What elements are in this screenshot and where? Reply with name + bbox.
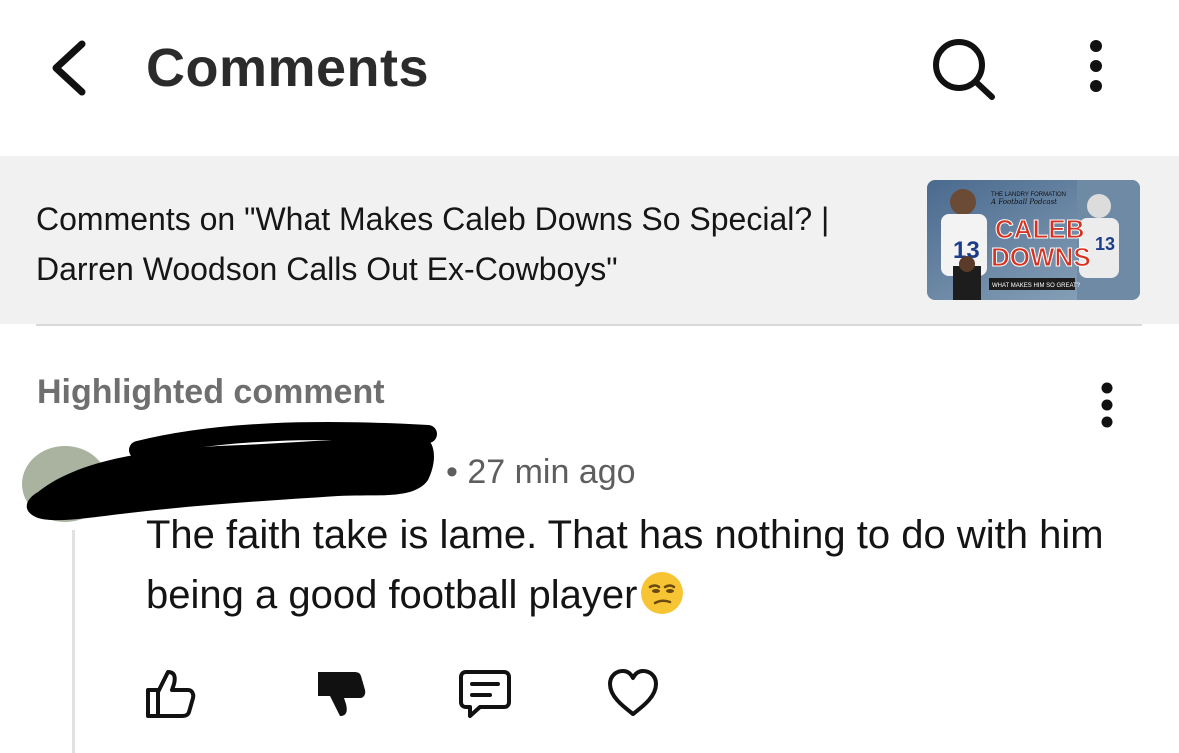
heart-icon[interactable]: [604, 664, 662, 722]
thumbnail-script-line: A Football Podcast: [990, 198, 1057, 206]
video-thumbnail[interactable]: 13 13 THE LANDRY FORMATION A Football Po…: [927, 180, 1140, 300]
search-icon[interactable]: [928, 36, 998, 102]
unamused-face-icon: [641, 572, 684, 614]
thumbs-up-icon[interactable]: [140, 664, 198, 722]
thread-line: [72, 530, 75, 753]
comment-timestamp: • 27 min ago: [446, 453, 636, 491]
svg-text:13: 13: [1095, 234, 1115, 254]
video-title-context: Comments on "What Makes Caleb Downs So S…: [36, 201, 830, 287]
comment-text: The faith take is lame. That has nothing…: [146, 513, 1104, 617]
comment-more-options-icon[interactable]: [1090, 380, 1124, 430]
thumbnail-name-line1: CALEB: [995, 214, 1085, 244]
highlighted-comment-label: Highlighted comment: [37, 373, 385, 411]
thumbnail-name-line2: DOWNS: [991, 242, 1091, 272]
reply-comment-icon[interactable]: [456, 664, 514, 722]
section-divider: [36, 324, 1142, 326]
page-title: Comments: [146, 38, 430, 98]
comment-body: The faith take is lame. That has nothing…: [146, 505, 1106, 625]
more-options-icon[interactable]: [1078, 38, 1114, 94]
back-chevron-icon[interactable]: [44, 36, 94, 100]
thumbs-down-icon[interactable]: [312, 664, 370, 722]
thumbnail-bottom-line: WHAT MAKES HIM SO GREAT?: [992, 283, 1081, 289]
